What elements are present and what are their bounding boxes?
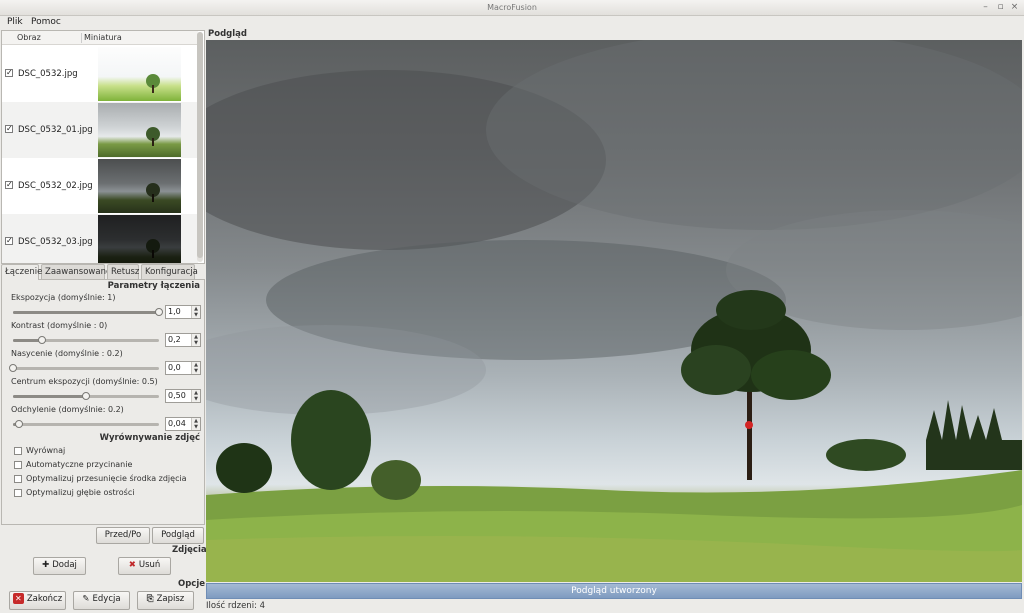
exposure-center-slider[interactable] — [13, 392, 159, 400]
image-filename: DSC_0532_02.jpg — [18, 181, 93, 191]
tab-advanced[interactable]: Zaawansowane — [41, 264, 111, 279]
preview-button[interactable]: Podgląd — [152, 527, 204, 544]
maximize-icon[interactable]: ▫ — [995, 2, 1006, 13]
blending-panel: Parametry łączenia Ekspozycja (domyślnie… — [1, 279, 205, 525]
contrast-slider[interactable] — [13, 336, 159, 344]
preview-landscape-graphic — [206, 40, 1022, 582]
spin-arrows-icon[interactable]: ▲ ▼ — [191, 334, 200, 346]
section-title-blending: Parametry łączenia — [107, 281, 200, 291]
column-header-image[interactable]: Obraz — [17, 31, 41, 45]
include-checkbox[interactable]: ✓ — [5, 181, 13, 189]
edit-button[interactable]: ✎ Edycja — [73, 591, 130, 610]
minimize-icon[interactable]: – — [980, 2, 991, 13]
spin-arrows-icon[interactable]: ▲ ▼ — [191, 390, 200, 402]
image-row[interactable]: ✓ DSC_0532.jpg — [2, 46, 198, 102]
image-row[interactable]: ✓ DSC_0532_03.jpg — [2, 214, 198, 263]
checkbox[interactable] — [14, 447, 22, 455]
remove-button[interactable]: ✖ Usuń — [118, 557, 171, 575]
param-label-deviation: Odchylenie (domyślnie: 0.2) — [11, 405, 124, 414]
close-icon[interactable]: × — [1009, 2, 1020, 13]
include-checkbox[interactable]: ✓ — [5, 125, 13, 133]
deviation-slider[interactable] — [13, 420, 159, 428]
param-label-saturation: Nasycenie (domyślnie : 0.2) — [11, 349, 123, 358]
before-after-button[interactable]: Przed/Po — [96, 527, 150, 544]
preview-status-bar: Podgląd utworzony — [206, 583, 1022, 599]
contrast-spinbox[interactable]: 0,2 ▲ ▼ — [165, 333, 201, 347]
saturation-spinbox[interactable]: 0,0 ▲ ▼ — [165, 361, 201, 375]
save-icon: ⎘ — [146, 594, 154, 604]
thumbnail-image — [98, 159, 181, 213]
image-list[interactable]: Obraz Miniatura ✓ DSC_0532.jpg ✓ DSC_053… — [1, 30, 205, 264]
exposure-spinbox[interactable]: 1,0 ▲ ▼ — [165, 305, 201, 319]
column-header-thumbnail[interactable]: Miniatura — [84, 31, 122, 45]
saturation-slider[interactable] — [9, 364, 159, 372]
spin-arrows-icon[interactable]: ▲ ▼ — [191, 306, 200, 318]
image-filename: DSC_0532.jpg — [18, 69, 78, 79]
tab-blending[interactable]: Łączenie — [1, 264, 42, 280]
preview-label: Podgląd — [208, 29, 247, 39]
thumbnail-image — [98, 215, 181, 263]
checkbox[interactable] — [14, 475, 22, 483]
settings-tabs: Łączenie Zaawansowane Retusz Konfiguracj… — [1, 264, 205, 280]
section-title-options: Opcje — [178, 579, 206, 589]
thumbnail-image — [98, 103, 181, 157]
spin-arrows-icon[interactable]: ▲ ▼ — [191, 362, 200, 374]
preview-image — [206, 40, 1022, 582]
window-titlebar: MacroFusion – ▫ × — [0, 0, 1024, 16]
image-list-scrollbar[interactable] — [197, 32, 203, 262]
param-label-exposure-center: Centrum ekspozycji (domyślnie: 0.5) — [11, 377, 158, 386]
exposure-center-spinbox[interactable]: 0,50 ▲ ▼ — [165, 389, 201, 403]
plus-icon: ✚ — [42, 560, 50, 570]
exposure-slider[interactable] — [13, 308, 163, 316]
menu-file[interactable]: Plik — [7, 16, 23, 29]
param-label-contrast: Kontrast (domyślnie : 0) — [11, 321, 108, 330]
checkbox[interactable] — [14, 461, 22, 469]
pencil-icon: ✎ — [82, 594, 90, 604]
section-title-alignment: Wyrównywanie zdjęć — [99, 433, 200, 443]
include-checkbox[interactable]: ✓ — [5, 69, 13, 77]
window-title: MacroFusion — [487, 3, 537, 12]
deviation-spinbox[interactable]: 0,04 ▲ ▼ — [165, 417, 201, 431]
spin-arrows-icon[interactable]: ▲ ▼ — [191, 418, 200, 430]
include-checkbox[interactable]: ✓ — [5, 237, 13, 245]
section-title-photos: Zdjęcia — [172, 545, 207, 555]
image-filename: DSC_0532_03.jpg — [18, 237, 93, 247]
add-button[interactable]: ✚ Dodaj — [33, 557, 86, 575]
thumbnail-image — [98, 47, 181, 101]
menu-bar: Plik Pomoc — [0, 16, 1024, 29]
image-list-header: Obraz Miniatura — [2, 31, 198, 45]
image-row[interactable]: ✓ DSC_0532_01.jpg — [2, 102, 198, 158]
param-label-exposure: Ekspozycja (domyślnie: 1) — [11, 293, 116, 302]
save-button[interactable]: ⎘ Zapisz — [137, 591, 194, 610]
tab-configuration[interactable]: Konfiguracja — [141, 264, 198, 279]
cores-status: Ilość rdzeni: 4 — [206, 601, 266, 611]
remove-x-icon: ✖ — [128, 560, 136, 570]
quit-icon: ✕ — [12, 593, 24, 604]
menu-help[interactable]: Pomoc — [31, 16, 61, 29]
quit-button[interactable]: ✕ Zakończ — [9, 591, 66, 610]
image-filename: DSC_0532_01.jpg — [18, 125, 93, 135]
image-row[interactable]: ✓ DSC_0532_02.jpg — [2, 158, 198, 214]
checkbox[interactable] — [14, 489, 22, 497]
tab-retouch[interactable]: Retusz — [107, 264, 139, 279]
